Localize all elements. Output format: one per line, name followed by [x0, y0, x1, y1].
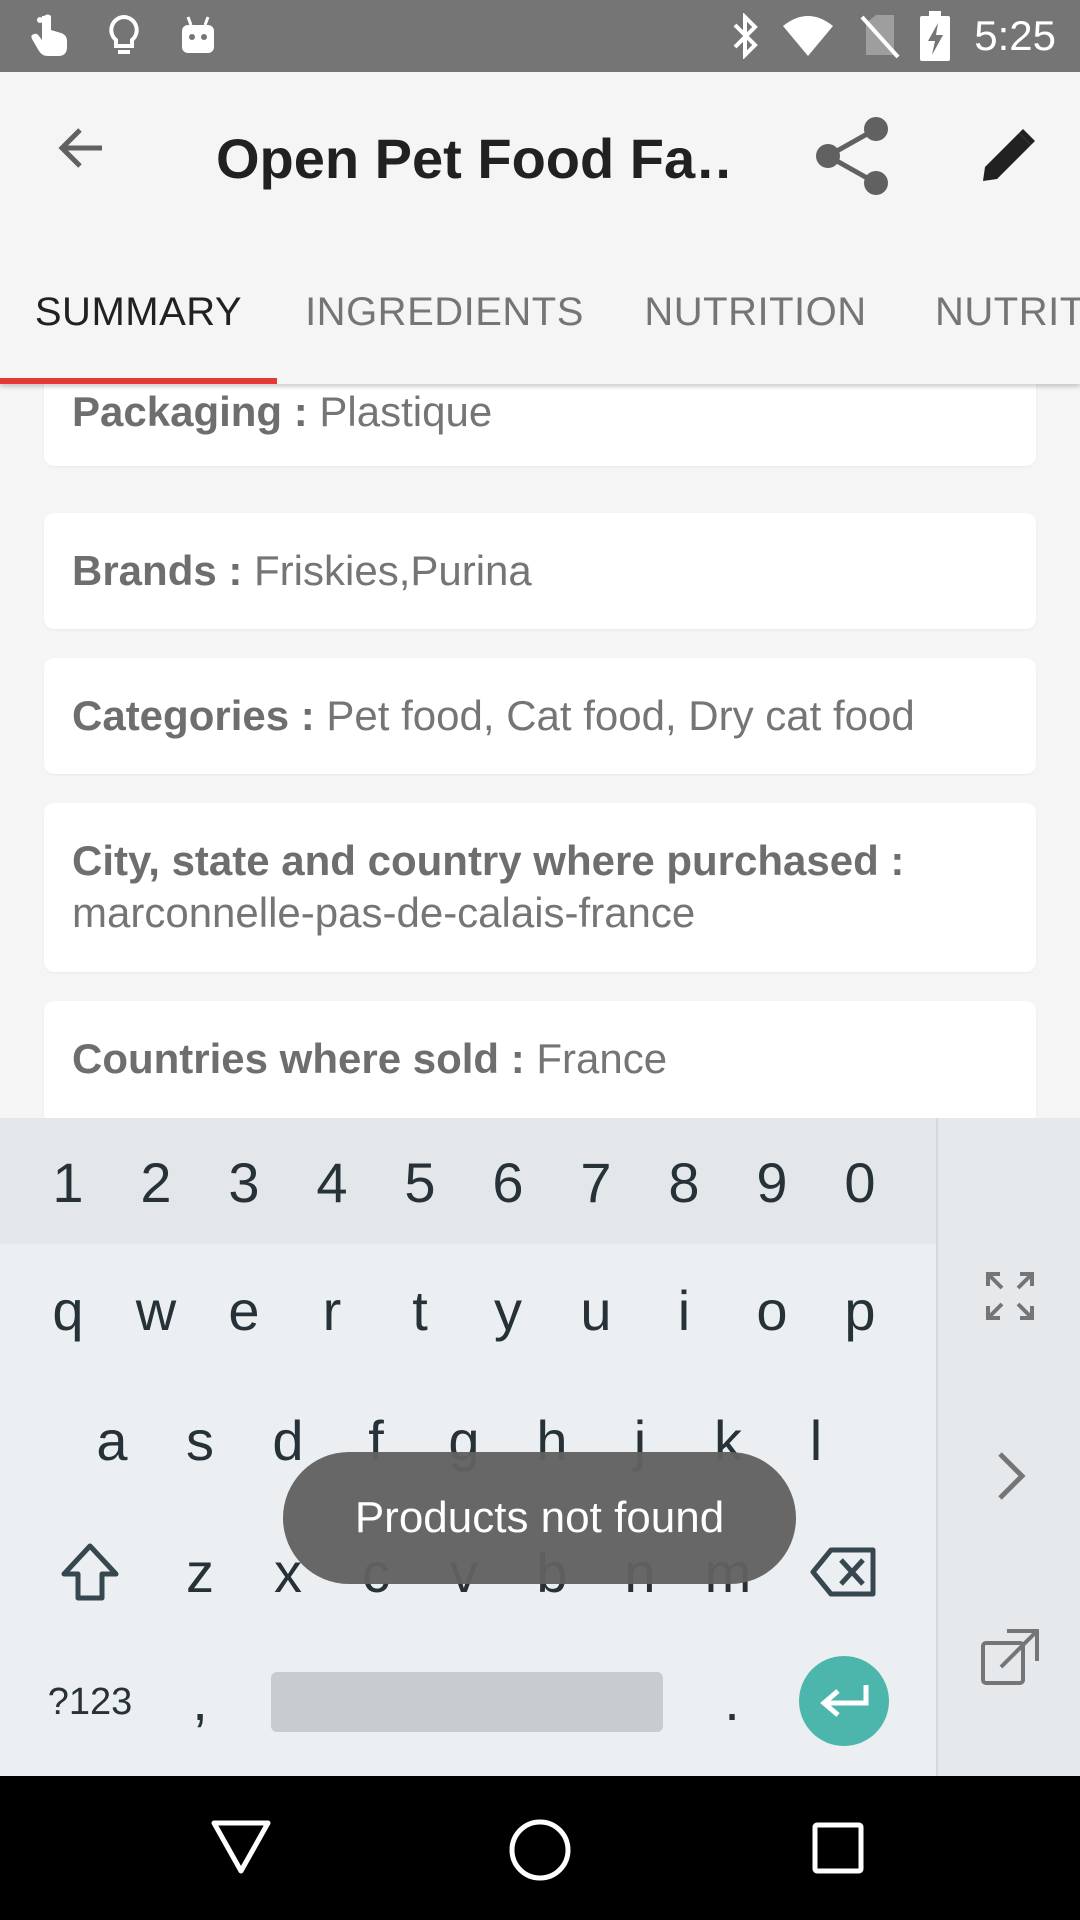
active-tab-indicator: [0, 378, 277, 384]
countries-value: France: [524, 1035, 668, 1082]
packaging-label: Packaging :: [72, 388, 308, 435]
soft-keyboard: 1 2 3 4 5 6 7 8 9 0 q w e r t y u i o p …: [0, 1118, 1080, 1776]
edit-pencil-icon[interactable]: [972, 120, 1044, 192]
key-0[interactable]: 0: [816, 1140, 904, 1224]
space-key[interactable]: [271, 1672, 663, 1732]
key-z[interactable]: z: [156, 1530, 244, 1614]
tab-bar: SUMMARY INGREDIENTS NUTRITION NUTRIT: [0, 240, 1080, 384]
categories-card: Categories : Pet food, Cat food, Dry cat…: [44, 658, 1036, 774]
key-w[interactable]: w: [112, 1268, 200, 1352]
key-period[interactable]: .: [692, 1658, 772, 1742]
key-7[interactable]: 7: [552, 1140, 640, 1224]
backspace-icon[interactable]: [800, 1528, 888, 1616]
navigation-bar: [0, 1776, 1080, 1920]
key-5[interactable]: 5: [376, 1140, 464, 1224]
hand-pointer-icon: [28, 12, 76, 60]
fullscreen-icon[interactable]: [978, 1264, 1042, 1328]
open-external-icon[interactable]: [978, 1626, 1042, 1690]
keyboard-side-panel: [936, 1118, 1080, 1776]
key-i[interactable]: i: [640, 1268, 728, 1352]
key-o[interactable]: o: [728, 1268, 816, 1352]
status-bar: 5:25: [0, 0, 1080, 72]
key-9[interactable]: 9: [728, 1140, 816, 1224]
key-e[interactable]: e: [200, 1268, 288, 1352]
android-icon: [176, 12, 220, 60]
categories-value: Pet food, Cat food, Dry cat food: [314, 692, 915, 739]
purchase-place-card: City, state and country where purchased …: [44, 803, 1036, 972]
key-s[interactable]: s: [156, 1398, 244, 1482]
shift-icon[interactable]: [46, 1528, 134, 1616]
key-2[interactable]: 2: [112, 1140, 200, 1224]
tab-summary[interactable]: SUMMARY: [0, 240, 277, 384]
key-p[interactable]: p: [816, 1268, 904, 1352]
bluetooth-icon: [726, 12, 766, 60]
toast-message: Products not found: [283, 1452, 796, 1584]
key-comma[interactable]: ,: [160, 1658, 240, 1742]
lightbulb-icon: [104, 12, 144, 60]
key-4[interactable]: 4: [288, 1140, 376, 1224]
enter-icon[interactable]: [799, 1656, 889, 1746]
categories-label: Categories :: [72, 692, 315, 739]
status-time: 5:25: [974, 12, 1056, 59]
recents-square-icon[interactable]: [806, 1816, 870, 1880]
brands-value: Friskies,Purina: [242, 547, 532, 594]
wifi-icon: [780, 12, 836, 60]
packaging-value: Plastique: [307, 388, 493, 435]
back-triangle-icon[interactable]: [206, 1812, 276, 1882]
tab-nutrition-more[interactable]: NUTRIT: [899, 240, 1080, 384]
key-6[interactable]: 6: [464, 1140, 552, 1224]
app-bar: Open Pet Food Fa…: [0, 72, 1080, 240]
countries-card: Countries where sold : France: [44, 1001, 1036, 1118]
key-u[interactable]: u: [552, 1268, 640, 1352]
tab-ingredients[interactable]: INGREDIENTS: [277, 240, 612, 384]
key-a[interactable]: a: [68, 1398, 156, 1482]
key-3[interactable]: 3: [200, 1140, 288, 1224]
brands-label: Brands :: [72, 547, 243, 594]
summary-content[interactable]: Packaging : Plastique Brands : Friskies,…: [0, 384, 1080, 1118]
share-icon[interactable]: [808, 112, 896, 200]
battery-charging-icon: [918, 11, 952, 61]
brands-card: Brands : Friskies,Purina: [44, 513, 1036, 629]
key-8[interactable]: 8: [640, 1140, 728, 1224]
key-y[interactable]: y: [464, 1268, 552, 1352]
no-sim-icon: [858, 12, 902, 60]
key-1[interactable]: 1: [24, 1140, 112, 1224]
purchase-place-value: marconnelle-pas-de-calais-france: [72, 889, 696, 936]
symbols-key[interactable]: ?123: [24, 1662, 156, 1742]
countries-label: Countries where sold :: [72, 1035, 525, 1082]
key-l[interactable]: l: [772, 1398, 860, 1482]
home-circle-icon[interactable]: [502, 1812, 578, 1888]
key-t[interactable]: t: [376, 1268, 464, 1352]
page-title: Open Pet Food Fa…: [216, 127, 736, 190]
screen: 5:25 Open Pet Food Fa… SUMMARY INGREDIEN…: [0, 0, 1080, 1920]
purchase-place-label: City, state and country where purchased …: [72, 837, 905, 884]
key-r[interactable]: r: [288, 1268, 376, 1352]
arrow-back-icon[interactable]: [46, 112, 118, 184]
packaging-card: Packaging : Plastique: [44, 384, 1036, 466]
tab-nutrition[interactable]: NUTRITION: [612, 240, 899, 384]
chevron-right-icon[interactable]: [978, 1444, 1042, 1508]
key-q[interactable]: q: [24, 1268, 112, 1352]
